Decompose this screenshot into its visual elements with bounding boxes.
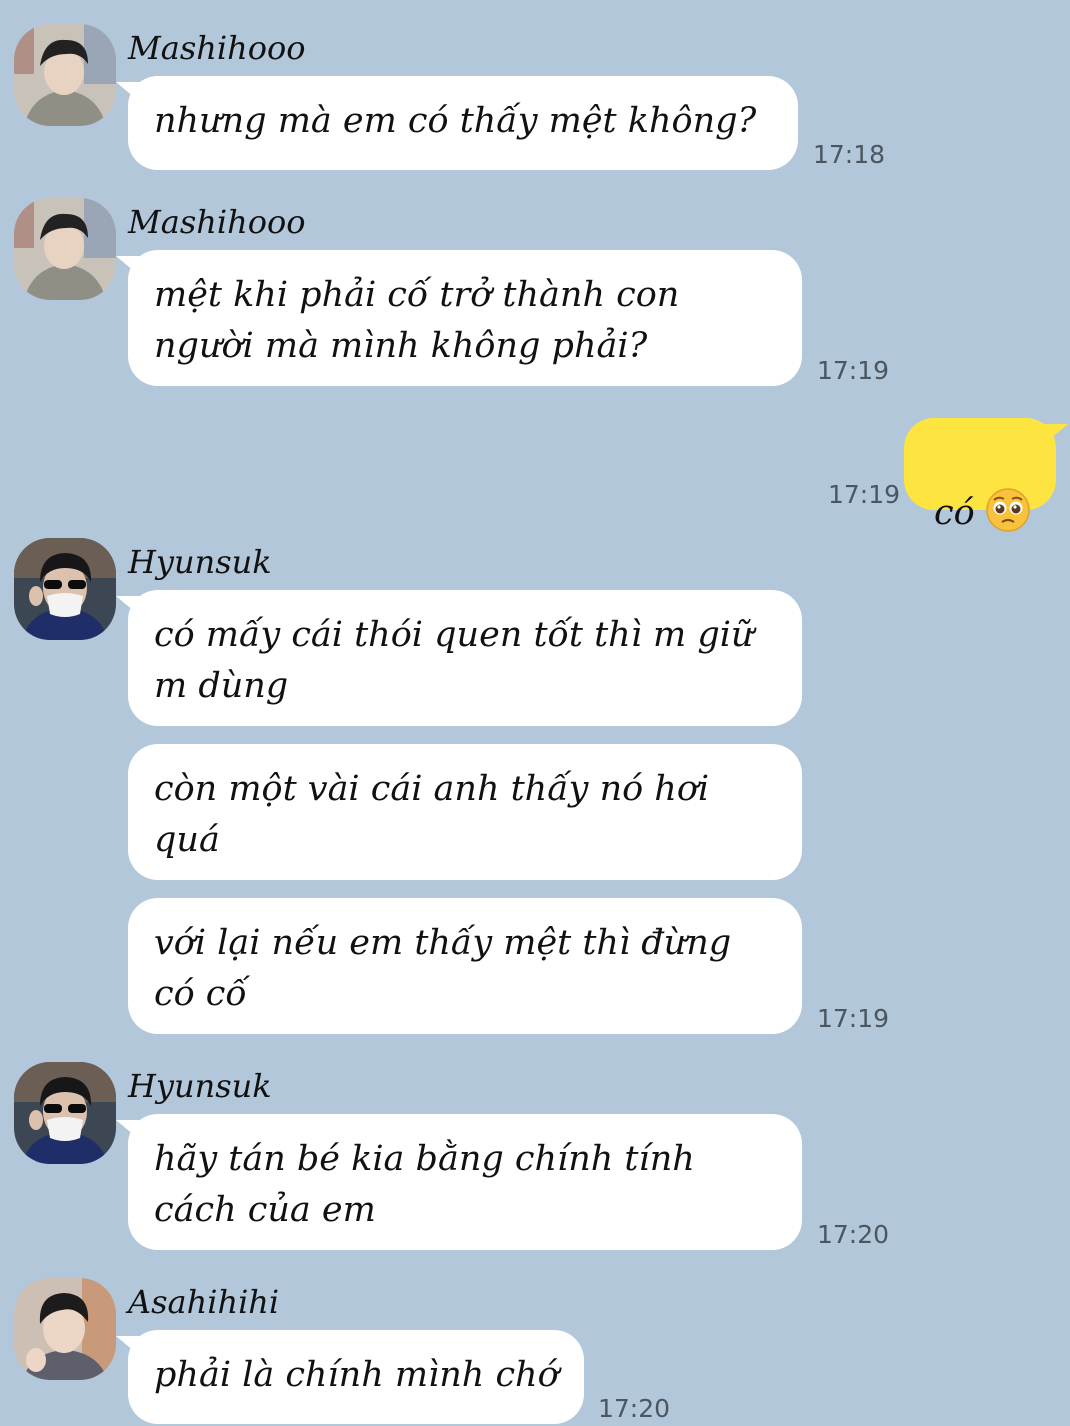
sender-name: Mashihooo xyxy=(128,29,306,67)
message-timestamp: 17:18 xyxy=(813,140,886,169)
sender-name: Hyunsuk xyxy=(128,1067,272,1105)
message-bubble[interactable]: mệt khi phải cố trở thành con người mà m… xyxy=(116,250,802,386)
avatar-asahihihi[interactable] xyxy=(14,1278,116,1380)
message-bubble[interactable]: với lại nếu em thấy mệt thì đừng có cố xyxy=(128,898,802,1034)
sender-name: Hyunsuk xyxy=(128,543,272,581)
message-bubble[interactable]: có mấy cái thói quen tốt thì m giữ m dùn… xyxy=(116,590,802,726)
message-bubble[interactable]: nhưng mà em có thấy mệt không? xyxy=(116,76,798,170)
message-bubble[interactable]: phải là chính mình chớ xyxy=(116,1330,584,1424)
my-message-text: có xyxy=(934,493,975,533)
message-timestamp: 17:19 xyxy=(817,1004,890,1033)
message-timestamp: 17:20 xyxy=(598,1394,671,1423)
my-message-bubble[interactable]: có xyxy=(904,418,1068,533)
message-bubble[interactable]: còn một vài cái anh thấy nó hơi quá xyxy=(128,744,802,880)
message-bubble[interactable]: hãy tán bé kia bằng chính tính cách của … xyxy=(116,1114,802,1250)
avatar-mashihooo[interactable] xyxy=(14,198,116,300)
sender-name: Mashihooo xyxy=(128,203,306,241)
pleading-face-icon xyxy=(985,488,1030,532)
message-timestamp: 17:19 xyxy=(817,356,890,385)
sender-name: Asahihihi xyxy=(128,1283,280,1321)
avatar-hyunsuk[interactable] xyxy=(14,1062,116,1164)
message-timestamp: 17:19 xyxy=(828,480,901,509)
avatar-hyunsuk[interactable] xyxy=(14,538,116,640)
message-timestamp: 17:20 xyxy=(817,1220,890,1249)
avatar-mashihooo[interactable] xyxy=(14,24,116,126)
